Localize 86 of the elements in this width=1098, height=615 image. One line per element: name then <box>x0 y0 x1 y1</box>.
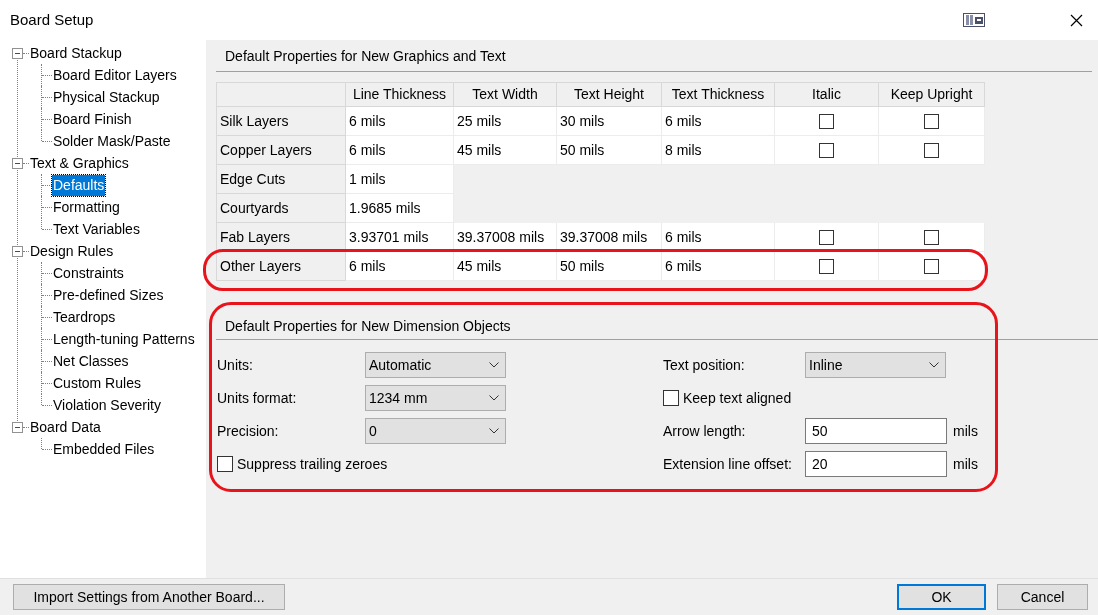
table-cell[interactable]: 6 mils <box>346 136 454 165</box>
close-icon[interactable] <box>1070 13 1083 27</box>
table-cell[interactable]: 1 mils <box>346 165 454 194</box>
row-header: Edge Cuts <box>216 165 346 194</box>
checkbox[interactable] <box>663 390 679 406</box>
dropdown[interactable]: 1234 mm <box>365 385 506 411</box>
dropdown[interactable]: Inline <box>805 352 946 378</box>
column-header: Line Thickness <box>346 82 454 107</box>
section-title: Default Properties for New Dimension Objects <box>225 317 511 336</box>
tree-item[interactable]: Board Editor Layers <box>52 64 178 86</box>
collapse-icon[interactable] <box>12 47 23 59</box>
checkbox-label: Suppress trailing zeroes <box>237 454 388 474</box>
table-cell[interactable]: 6 mils <box>662 107 775 136</box>
chevron-down-icon <box>929 362 939 368</box>
import-settings-button[interactable]: Import Settings from Another Board... <box>13 584 285 610</box>
checkbox[interactable] <box>217 456 233 472</box>
chevron-down-icon <box>489 395 499 401</box>
table-cell[interactable]: 45 mils <box>454 252 557 281</box>
input-field[interactable]: 20 <box>805 451 947 477</box>
tree-item[interactable]: Custom Rules <box>52 372 142 394</box>
checkbox[interactable] <box>924 142 939 158</box>
tree-item[interactable]: Board Stackup <box>29 42 123 64</box>
tree-item[interactable]: Board Finish <box>52 108 133 130</box>
tree-item[interactable]: Solder Mask/Paste <box>52 130 172 152</box>
checkbox[interactable] <box>924 113 939 129</box>
checkbox[interactable] <box>819 113 834 129</box>
collapse-icon[interactable] <box>12 157 23 169</box>
table-cell[interactable]: 6 mils <box>662 252 775 281</box>
tree-item[interactable]: Design Rules <box>29 240 115 262</box>
row-header: Silk Layers <box>216 107 346 136</box>
row-header: Other Layers <box>216 252 346 281</box>
window-icon[interactable] <box>963 13 985 27</box>
field-label: Extension line offset: <box>663 454 793 474</box>
collapse-icon[interactable] <box>12 245 23 257</box>
checkbox[interactable] <box>924 258 939 274</box>
checkbox[interactable] <box>819 142 834 158</box>
section-title: Default Properties for New Graphics and Text <box>225 47 506 66</box>
input-field[interactable]: 50 <box>805 418 947 444</box>
tree-item[interactable]: Text Variables <box>52 218 141 240</box>
window-title: Board Setup <box>10 9 94 30</box>
tree-item[interactable]: Pre-defined Sizes <box>52 284 165 306</box>
table-cell[interactable]: 50 mils <box>557 136 662 165</box>
column-header: Text Thickness <box>662 82 775 107</box>
tree-item[interactable]: Net Classes <box>52 350 130 372</box>
tree-item[interactable]: Embedded Files <box>52 438 156 460</box>
unit-label: mils <box>953 454 978 474</box>
tree-item[interactable]: Text & Graphics <box>29 152 130 174</box>
field-label: Units: <box>217 355 254 375</box>
table-cell[interactable]: 6 mils <box>346 252 454 281</box>
table-cell[interactable]: 1.9685 mils <box>346 194 454 223</box>
column-header: Keep Upright <box>879 82 985 107</box>
row-header: Copper Layers <box>216 136 346 165</box>
table-cell[interactable]: 8 mils <box>662 136 775 165</box>
chevron-down-icon <box>489 428 499 434</box>
checkbox[interactable] <box>819 229 834 245</box>
field-label: Text position: <box>663 355 746 375</box>
table-cell[interactable]: 30 mils <box>557 107 662 136</box>
field-label: Units format: <box>217 388 298 408</box>
tree-item[interactable]: Physical Stackup <box>52 86 161 108</box>
tree-item[interactable]: Formatting <box>52 196 121 218</box>
tree-item[interactable]: Teardrops <box>52 306 117 328</box>
tree-item[interactable]: Board Data <box>29 416 102 438</box>
field-label: Precision: <box>217 421 280 441</box>
ok-button[interactable]: OK <box>897 584 986 610</box>
collapse-icon[interactable] <box>12 421 23 433</box>
dropdown[interactable]: 0 <box>365 418 506 444</box>
dropdown[interactable]: Automatic <box>365 352 506 378</box>
checkbox[interactable] <box>924 229 939 245</box>
chevron-down-icon <box>489 362 499 368</box>
table-cell[interactable]: 50 mils <box>557 252 662 281</box>
column-header: Italic <box>775 82 879 107</box>
column-header: Text Width <box>454 82 557 107</box>
unit-label: mils <box>953 421 978 441</box>
cancel-button[interactable]: Cancel <box>997 584 1088 610</box>
column-header: Text Height <box>557 82 662 107</box>
checkbox[interactable] <box>819 258 834 274</box>
tree-item[interactable]: Violation Severity <box>52 394 162 416</box>
row-header: Courtyards <box>216 194 346 223</box>
tree-item[interactable]: Defaults <box>52 174 106 196</box>
field-label: Arrow length: <box>663 421 747 441</box>
tree-item[interactable]: Constraints <box>52 262 125 284</box>
table-cell[interactable]: 25 mils <box>454 107 557 136</box>
checkbox-label: Keep text aligned <box>683 388 792 408</box>
tree-item[interactable]: Length-tuning Patterns <box>52 328 196 350</box>
table-cell[interactable]: 6 mils <box>346 107 454 136</box>
table-cell[interactable]: 45 mils <box>454 136 557 165</box>
